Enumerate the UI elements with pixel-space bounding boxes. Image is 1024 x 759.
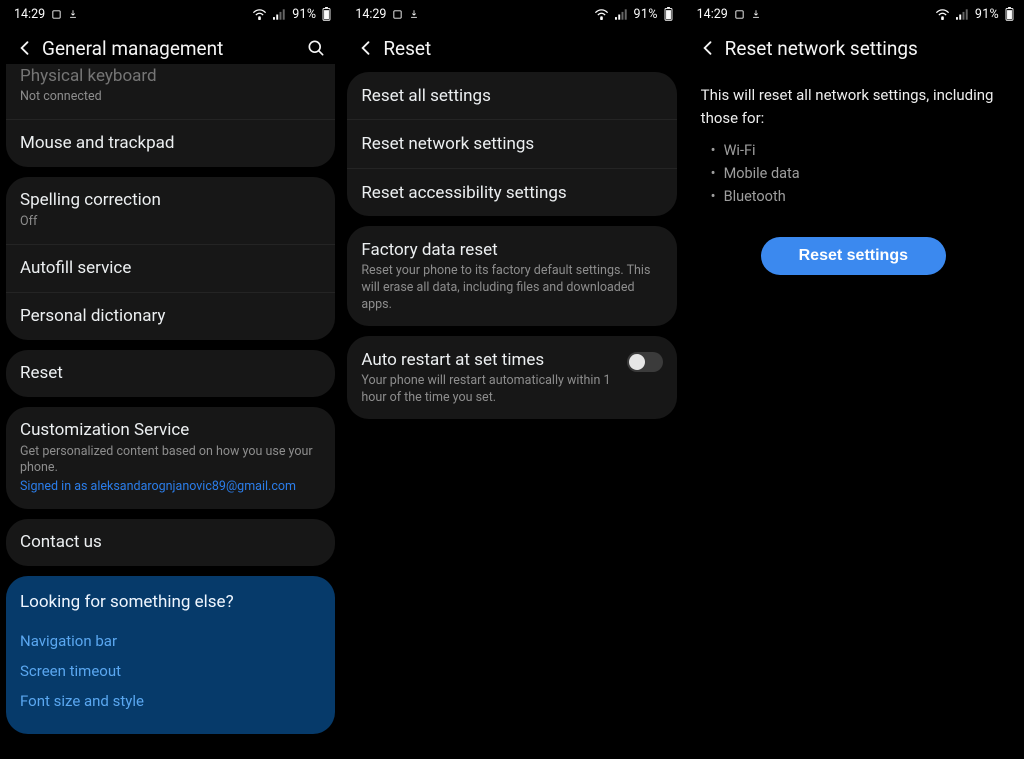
help-title: Looking for something else? (20, 592, 321, 612)
card-customization: Customization Service Get personalized c… (6, 407, 335, 509)
notification-icon (734, 9, 745, 20)
download-icon (751, 8, 761, 20)
download-icon (409, 8, 419, 20)
back-button[interactable] (693, 33, 723, 63)
list-item-mobile-data: Mobile data (711, 162, 1006, 185)
sub: Not connected (20, 89, 321, 106)
signal-icon (956, 9, 969, 20)
notification-icon (51, 9, 62, 20)
card-auto-restart: Auto restart at set times Your phone wil… (347, 336, 676, 419)
signed-in-link: Signed in as aleksandarognjanovic89@gmai… (20, 479, 321, 496)
row-mouse-trackpad[interactable]: Mouse and trackpad (6, 119, 335, 167)
back-button[interactable] (351, 33, 381, 63)
wifi-icon (594, 9, 609, 20)
reset-items-list: Wi-Fi Mobile data Bluetooth (701, 139, 1006, 209)
row-personal-dictionary[interactable]: Personal dictionary (6, 292, 335, 340)
battery-icon (1005, 7, 1014, 21)
label: Physical keyboard (20, 66, 321, 87)
card-input-devices: Physical keyboard Not connected Mouse an… (6, 64, 335, 167)
label: Reset accessibility settings (361, 183, 662, 204)
row-auto-restart[interactable]: Auto restart at set times Your phone wil… (347, 336, 676, 419)
label: Factory data reset (361, 240, 662, 261)
battery-icon (322, 7, 331, 21)
help-link-font-size[interactable]: Font size and style (20, 686, 321, 716)
card-help: Looking for something else? Navigation b… (6, 576, 335, 734)
label: Auto restart at set times (361, 350, 616, 371)
auto-restart-toggle[interactable] (627, 352, 663, 372)
battery-icon (664, 7, 673, 21)
label: Customization Service (20, 420, 321, 441)
label: Spelling correction (20, 190, 321, 211)
reset-settings-button[interactable]: Reset settings (761, 237, 946, 275)
battery-percent: 91% (634, 7, 658, 22)
row-reset-accessibility-settings[interactable]: Reset accessibility settings (347, 168, 676, 216)
description: This will reset all network settings, in… (701, 84, 1006, 129)
label: Reset all settings (361, 86, 662, 107)
notification-icon (392, 9, 403, 20)
page-title: Reset network settings (725, 37, 1014, 60)
screen-reset: 14:29 91% Reset Re (341, 0, 682, 759)
signal-icon (615, 9, 628, 20)
card-reset-options: Reset all settings Reset network setting… (347, 72, 676, 216)
status-bar: 14:29 91% (341, 0, 682, 24)
list-item-wifi: Wi-Fi (711, 139, 1006, 162)
header: Reset (341, 24, 682, 72)
label: Reset (20, 363, 321, 384)
row-physical-keyboard[interactable]: Physical keyboard Not connected (6, 64, 335, 119)
row-spelling-correction[interactable]: Spelling correction Off (6, 177, 335, 243)
sub: Your phone will restart automatically wi… (361, 373, 616, 407)
sub: Get personalized content based on how yo… (20, 444, 321, 478)
row-customization-service[interactable]: Customization Service Get personalized c… (6, 407, 335, 509)
status-bar: 14:29 91% (0, 0, 341, 24)
status-time: 14:29 (697, 7, 728, 22)
label: Contact us (20, 532, 321, 553)
status-time: 14:29 (355, 7, 386, 22)
row-reset-network-settings[interactable]: Reset network settings (347, 119, 676, 167)
help-link-screen-timeout[interactable]: Screen timeout (20, 656, 321, 686)
screen-general-management: 14:29 91% General management (0, 0, 341, 759)
row-contact-us[interactable]: Contact us (6, 519, 335, 566)
page-title: General management (42, 37, 301, 60)
label: Autofill service (20, 258, 321, 279)
battery-percent: 91% (975, 7, 999, 22)
sub: Off (20, 214, 321, 231)
card-contact: Contact us (6, 519, 335, 566)
status-bar: 14:29 91% (683, 0, 1024, 24)
header: Reset network settings (683, 24, 1024, 72)
screen-reset-network-settings: 14:29 91% Reset network settings (683, 0, 1024, 759)
row-reset-all-settings[interactable]: Reset all settings (347, 72, 676, 119)
page-title: Reset (383, 37, 672, 60)
label: Mouse and trackpad (20, 133, 321, 154)
wifi-icon (252, 9, 267, 20)
card-text-input: Spelling correction Off Autofill service… (6, 177, 335, 340)
row-autofill-service[interactable]: Autofill service (6, 244, 335, 292)
signal-icon (273, 9, 286, 20)
label: Reset network settings (361, 134, 662, 155)
download-icon (68, 8, 78, 20)
label: Personal dictionary (20, 306, 321, 327)
sub: Reset your phone to its factory default … (361, 263, 662, 314)
list-item-bluetooth: Bluetooth (711, 185, 1006, 208)
row-reset[interactable]: Reset (6, 350, 335, 397)
back-button[interactable] (10, 33, 40, 63)
help-link-navigation-bar[interactable]: Navigation bar (20, 626, 321, 656)
search-button[interactable] (301, 33, 331, 63)
card-reset: Reset (6, 350, 335, 397)
card-factory-reset: Factory data reset Reset your phone to i… (347, 226, 676, 326)
battery-percent: 91% (292, 7, 316, 22)
row-factory-data-reset[interactable]: Factory data reset Reset your phone to i… (347, 226, 676, 326)
wifi-icon (935, 9, 950, 20)
status-time: 14:29 (14, 7, 45, 22)
